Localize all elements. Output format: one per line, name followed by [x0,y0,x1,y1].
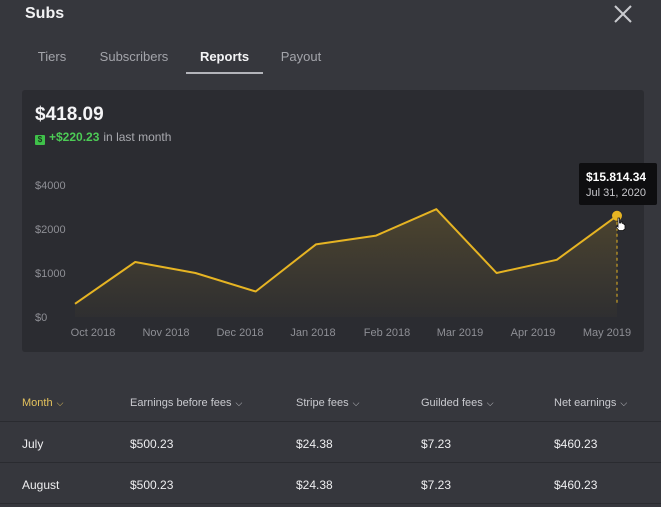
cell-stripe-fees: $24.38 [296,478,333,492]
table-row: July $500.23 $24.38 $7.23 $460.23 [0,422,661,462]
tooltip-date: Jul 31, 2020 [586,187,646,199]
hand-pointer-icon [615,217,626,231]
cell-month: August [22,478,60,492]
y-tick-label: $2000 [35,224,66,236]
x-tick-label: Dec 2018 [216,327,263,339]
chevron-down-icon: ⌵ [486,398,494,408]
cell-net-earnings: $460.23 [554,478,598,492]
cell-guilded-fees: $7.23 [421,478,452,492]
x-tick-label: Oct 2018 [71,327,116,339]
x-tick-label: Mar 2019 [437,327,483,339]
chevron-down-icon: ⌵ [620,398,628,408]
column-header-stripe-fees[interactable]: Stripe fees ⌵ [296,397,359,409]
column-header-net-earnings[interactable]: Net earnings ⌵ [554,397,627,409]
x-tick-label: Apr 2019 [511,327,556,339]
x-tick-label: Jan 2018 [290,327,335,339]
chart-tooltip: $15.814.34 Jul 31, 2020 [579,163,657,205]
column-header-month[interactable]: Month ⌵ [22,397,63,409]
cell-month: July [22,437,44,451]
cell-earnings: $500.23 [130,478,174,492]
column-header-guilded-fees[interactable]: Guilded fees ⌵ [421,397,494,409]
cell-net-earnings: $460.23 [554,437,598,451]
table-row: August $500.23 $24.38 $7.23 $460.23 [0,463,661,503]
y-tick-label: $1000 [35,268,66,280]
cell-guilded-fees: $7.23 [421,437,452,451]
divider [0,503,661,504]
tooltip-value: $15.814.34 [586,170,647,184]
y-tick-label: $4000 [35,180,66,192]
y-tick-label: $0 [35,312,47,324]
chevron-down-icon: ⌵ [56,398,64,408]
chevron-down-icon: ⌵ [352,398,360,408]
chevron-down-icon: ⌵ [235,398,243,408]
x-tick-label: Nov 2018 [142,327,189,339]
series-area [75,209,617,317]
column-header-earnings-before-fees[interactable]: Earnings before fees ⌵ [130,397,242,409]
x-tick-label: Feb 2018 [364,327,410,339]
x-tick-label: May 2019 [583,327,631,339]
cell-stripe-fees: $24.38 [296,437,333,451]
cell-earnings: $500.23 [130,437,174,451]
